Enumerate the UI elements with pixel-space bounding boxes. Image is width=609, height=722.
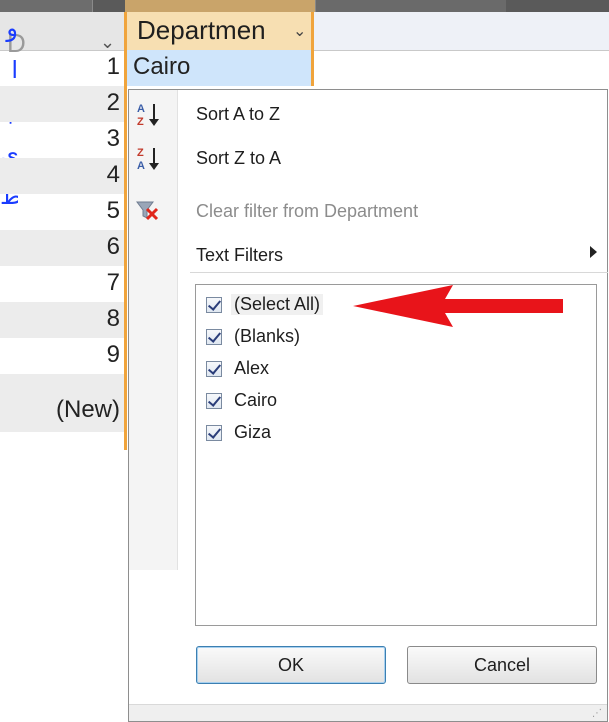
svg-text:A: A [137,103,145,115]
menu-item-sort-a-to-z[interactable]: A Z Sort A to Z [137,98,607,130]
new-record-row[interactable]: (New) [0,374,124,432]
sort-a-to-z-label: Sort A to Z [196,104,281,124]
text-filters-label: Text Filters [196,245,284,265]
table-row[interactable]: 3 [0,122,124,158]
row-id: 4 [106,161,120,188]
menu-item-text-filters[interactable]: Text Filters [177,239,607,271]
row-id: 8 [106,305,120,332]
sort-z-to-a-label: Sort Z to A [196,148,282,168]
row-id: 3 [106,125,120,152]
submenu-arrow-icon [590,246,597,258]
menu-item-sort-z-to-a[interactable]: Z A Sort Z to A [137,142,607,174]
row-id: (New) [56,396,120,423]
filter-item-label: Giza [234,422,272,442]
resize-grip-icon[interactable]: ⋰ [592,708,603,719]
svg-text:Z: Z [137,116,144,128]
row-id: 1 [106,53,120,80]
department-cell-value: Cairo [133,53,191,80]
top-tab-strip [0,0,609,12]
svg-text:A: A [137,160,145,172]
menu-item-clear-filter[interactable]: Clear filter from Department [136,195,607,227]
menu-separator [190,272,608,273]
department-filter-arrow-icon[interactable]: ⌄ [293,21,306,41]
clear-filter-label: Clear filter from Department [196,201,419,221]
row-id: 9 [106,341,120,368]
sort-ascending-icon: A Z [137,103,159,128]
arabic-text-fragment: و [6,14,18,42]
id-column-header[interactable]: D ⌄ [0,12,126,58]
table-row[interactable]: 5 [0,194,124,230]
table-row[interactable]: 8 [0,302,124,338]
table-row[interactable]: 4 [0,158,124,194]
filter-item-label: (Select All) [231,294,324,315]
department-cell-selected[interactable]: Cairo [127,50,314,86]
row-id: 7 [106,269,120,296]
cancel-button[interactable]: Cancel [407,646,597,684]
department-column-label: Departmen [137,15,266,45]
table-row[interactable]: 9 [0,338,124,374]
row-id: 5 [106,197,120,224]
table-row[interactable]: 1 [0,50,124,86]
checkbox-checked[interactable] [206,297,222,313]
checkbox-checked[interactable] [206,393,222,409]
filter-item-label: Alex [234,358,270,378]
checkbox-checked[interactable] [206,329,222,345]
row-id: 2 [106,89,120,116]
column-header-3[interactable] [314,12,506,50]
table-row[interactable]: 7 [0,266,124,302]
table-row[interactable]: 2 [0,86,124,122]
filter-item-label: Cairo [234,390,278,410]
ok-button[interactable]: OK [196,646,386,684]
filter-dropdown-menu: A Z Sort A to Z Z A Sort Z to A Clear fi… [128,89,608,722]
red-annotation-arrow [353,285,563,327]
tab-middle [315,0,506,12]
filter-values-list[interactable]: (Select All) (Blanks) Alex Cairo Giza [195,284,597,626]
clear-filter-icon [136,201,159,221]
checkbox-checked[interactable] [206,361,222,377]
department-column-header[interactable]: Departmen ⌄ [124,12,314,50]
filter-item-label: (Blanks) [234,326,301,346]
table-row[interactable]: 6 [0,230,124,266]
checkbox-checked[interactable] [206,425,222,441]
row-id: 6 [106,233,120,260]
resize-grip[interactable]: ⋰ [129,704,607,721]
column-header-4[interactable] [505,12,609,50]
sort-descending-icon: Z A [137,147,159,172]
svg-text:Z: Z [137,147,144,159]
department-column-border [124,50,127,450]
tab-selected [125,0,315,12]
tab-left [0,0,93,12]
